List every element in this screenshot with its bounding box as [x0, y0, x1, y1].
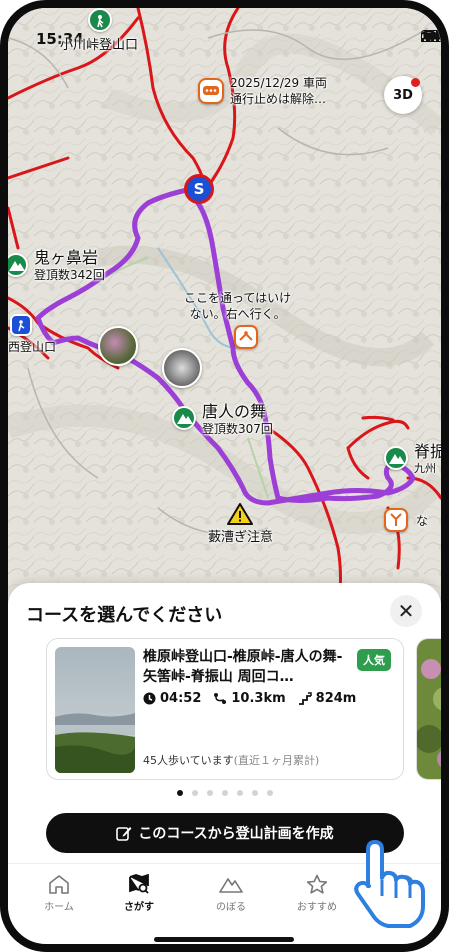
course-card[interactable]: 椎原峠登山口-椎原峠-唐人の舞-矢筈峠-脊振山 周回コ… 人気 04:52 10…	[46, 638, 404, 780]
sheet-title: コースを選んでください	[26, 605, 223, 626]
start-marker[interactable]: S	[184, 174, 214, 204]
battery-icon	[421, 30, 441, 42]
pagination-dot[interactable]	[251, 790, 258, 796]
course-photo-image	[55, 647, 135, 773]
notice-date: 2025/12/29 車両	[230, 76, 327, 90]
course-name: 椎原峠登山口-椎原峠-唐人の舞-矢筈峠-脊振山 周回コ…	[143, 649, 343, 685]
mountain-icon	[219, 878, 243, 893]
next-course-card[interactable]	[416, 638, 441, 780]
notification-dot	[411, 78, 420, 87]
course-stats: 04:52 10.3km 824m	[143, 691, 356, 706]
pagination-dot[interactable]	[221, 790, 228, 796]
peak-name: 脊振	[414, 442, 441, 461]
trailhead-pin-icon[interactable]	[88, 8, 112, 32]
next-course-photo	[417, 639, 441, 779]
walker-count-note: (直近１ヶ月累計)	[233, 754, 320, 767]
close-icon: ✕	[397, 599, 415, 623]
distance-stat: 10.3km	[213, 691, 286, 706]
pagination-dots	[8, 790, 441, 796]
caution-note: ここを通ってはいけ ない。右へ行く。	[184, 291, 292, 321]
peak-name: 唐人の舞	[202, 402, 267, 421]
walker-count: 45人歩いています(直近１ヶ月累計)	[143, 752, 319, 768]
photo-marker[interactable]	[98, 326, 138, 366]
walker-count-text: 45人歩いています	[143, 754, 234, 767]
distance-value: 10.3km	[231, 691, 286, 706]
tap-hand-icon	[354, 840, 425, 928]
3d-toggle-button[interactable]: 3D	[384, 76, 422, 114]
pagination-dot[interactable]	[236, 790, 243, 796]
tab-label: おすすめ	[297, 902, 337, 913]
create-plan-label: このコースから登山計画を作成	[138, 826, 334, 842]
photo-marker[interactable]	[162, 348, 202, 388]
3d-label: 3D	[393, 87, 413, 103]
edge-label: な	[416, 514, 429, 528]
pagination-dot[interactable]	[176, 790, 183, 796]
tab-recommend[interactable]: おすすめ	[282, 874, 352, 913]
peak-pin-icon[interactable]	[384, 446, 408, 470]
notice-body: 通行止めは解除…	[230, 92, 327, 106]
tab-home[interactable]: ホーム	[24, 874, 94, 913]
trailhead-label: 小川峠登山口	[60, 38, 139, 53]
tab-label: ホーム	[44, 902, 74, 913]
peak-name: 鬼ヶ鼻岩	[34, 248, 99, 267]
course-sheet: コースを選んでください ✕ 椎原峠登山口-椎原峠-唐人の舞-矢筈峠-脊振山 周回…	[8, 583, 441, 873]
map-view[interactable]: 15:34 小川峠登山口 2025/12/29 車両 通行止めは解除… 3D S…	[8, 8, 441, 608]
duration-stat: 04:52	[143, 691, 201, 706]
road-notice-icon[interactable]	[198, 78, 224, 104]
pagination-dot[interactable]	[266, 790, 273, 796]
tab-label: さがす	[124, 902, 154, 913]
trailhead-pin-icon[interactable]	[10, 314, 32, 336]
elevation-icon	[298, 692, 312, 705]
junction-icon[interactable]	[384, 508, 408, 532]
map-search-icon	[129, 874, 149, 894]
warning-icon[interactable]	[226, 502, 254, 526]
star-icon	[306, 874, 328, 894]
peak-count: 九州	[414, 462, 436, 475]
trailhead-label: 西登山口	[8, 340, 57, 354]
elevation-stat: 824m	[298, 691, 357, 706]
duration-value: 04:52	[160, 691, 202, 706]
tab-label: のぼる	[216, 902, 246, 913]
pagination-dot[interactable]	[206, 790, 213, 796]
screen: 15:34 小川峠登山口 2025/12/29 車両 通行止めは解除… 3D S…	[8, 8, 441, 944]
course-photo	[55, 647, 135, 773]
close-button[interactable]: ✕	[390, 595, 422, 627]
distance-icon	[214, 693, 227, 704]
peak-pin-icon[interactable]	[172, 406, 196, 430]
popular-badge: 人気	[357, 649, 391, 671]
home-indicator	[154, 937, 294, 942]
peak-count: 登頂数307回	[202, 422, 273, 436]
pagination-dot[interactable]	[191, 790, 198, 796]
elevation-value: 824m	[315, 691, 357, 706]
tab-search[interactable]: さがす	[104, 874, 174, 913]
caution-icon[interactable]	[234, 325, 258, 349]
tab-climb[interactable]: のぼる	[196, 874, 266, 913]
clock-icon	[143, 692, 156, 705]
phone-frame: 15:34 小川峠登山口 2025/12/29 車両 通行止めは解除… 3D S…	[0, 0, 449, 952]
edit-icon	[116, 827, 132, 841]
home-icon	[49, 875, 69, 894]
peak-count: 登頂数342回	[34, 268, 105, 282]
hazard-label: 藪漕ぎ注意	[208, 530, 274, 545]
